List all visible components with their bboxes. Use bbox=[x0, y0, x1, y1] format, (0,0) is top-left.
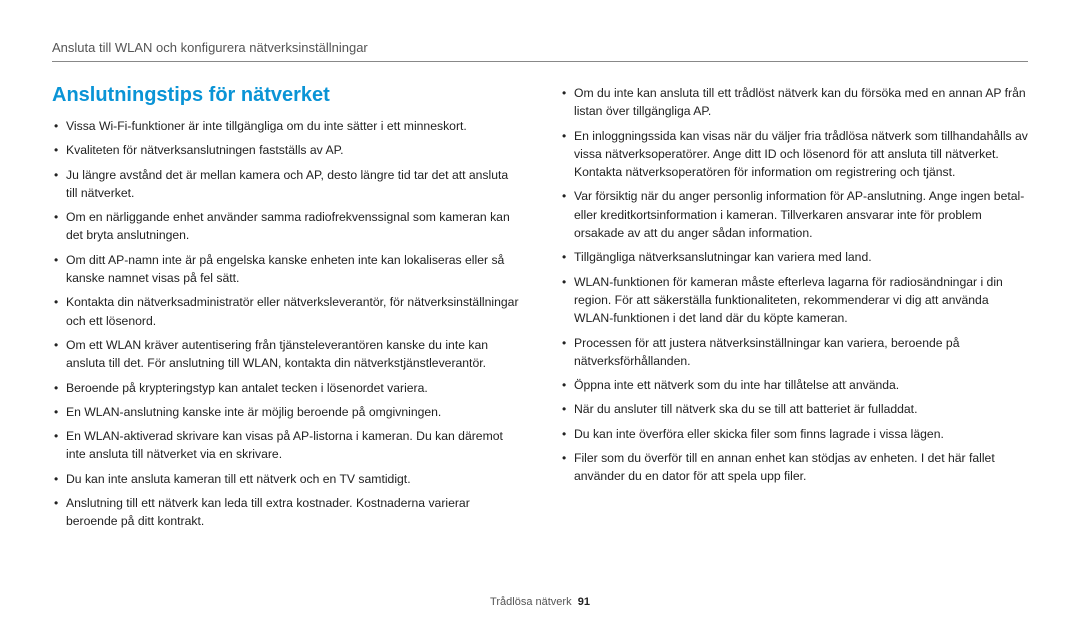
list-item: Kontakta din nätverksadministratör eller… bbox=[52, 293, 520, 330]
list-item: En WLAN-anslutning kanske inte är möjlig… bbox=[52, 403, 520, 421]
list-item: Du kan inte ansluta kameran till ett nät… bbox=[52, 470, 520, 488]
page-footer: Trådlösa nätverk 91 bbox=[0, 596, 1080, 608]
list-item: Om du inte kan ansluta till ett trådlöst… bbox=[560, 84, 1028, 121]
list-item: Beroende på krypteringstyp kan antalet t… bbox=[52, 379, 520, 397]
list-item: Ju längre avstånd det är mellan kamera o… bbox=[52, 166, 520, 203]
content-columns: Anslutningstips för nätverket Vissa Wi-F… bbox=[52, 84, 1028, 537]
footer-section: Trådlösa nätverk bbox=[490, 596, 572, 608]
list-item: Processen för att justera nätverksinstäl… bbox=[560, 334, 1028, 371]
tips-list-right: Om du inte kan ansluta till ett trådlöst… bbox=[560, 84, 1028, 486]
list-item: Om ett WLAN kräver autentisering från tj… bbox=[52, 336, 520, 373]
list-item: Om en närliggande enhet använder samma r… bbox=[52, 208, 520, 245]
list-item: En WLAN-aktiverad skrivare kan visas på … bbox=[52, 427, 520, 464]
list-item: En inloggningssida kan visas när du välj… bbox=[560, 127, 1028, 182]
list-item: När du ansluter till nätverk ska du se t… bbox=[560, 400, 1028, 418]
list-item: Öppna inte ett nätverk som du inte har t… bbox=[560, 376, 1028, 394]
breadcrumb: Ansluta till WLAN och konfigurera nätver… bbox=[52, 40, 1028, 62]
page-number: 91 bbox=[578, 596, 590, 608]
left-column: Anslutningstips för nätverket Vissa Wi-F… bbox=[52, 84, 520, 537]
list-item: Kvaliteten för nätverksanslutningen fast… bbox=[52, 141, 520, 159]
list-item: Anslutning till ett nätverk kan leda til… bbox=[52, 494, 520, 531]
right-column: Om du inte kan ansluta till ett trådlöst… bbox=[560, 84, 1028, 537]
page-container: Ansluta till WLAN och konfigurera nätver… bbox=[0, 0, 1080, 630]
list-item: Filer som du överför till en annan enhet… bbox=[560, 449, 1028, 486]
list-item: Var försiktig när du anger personlig inf… bbox=[560, 187, 1028, 242]
list-item: Om ditt AP-namn inte är på engelska kans… bbox=[52, 251, 520, 288]
section-title: Anslutningstips för nätverket bbox=[52, 84, 520, 107]
list-item: Du kan inte överföra eller skicka filer … bbox=[560, 425, 1028, 443]
list-item: Tillgängliga nätverksanslutningar kan va… bbox=[560, 248, 1028, 266]
list-item: Vissa Wi-Fi-funktioner är inte tillgängl… bbox=[52, 117, 520, 135]
tips-list-left: Vissa Wi-Fi-funktioner är inte tillgängl… bbox=[52, 117, 520, 531]
list-item: WLAN-funktionen för kameran måste efterl… bbox=[560, 273, 1028, 328]
